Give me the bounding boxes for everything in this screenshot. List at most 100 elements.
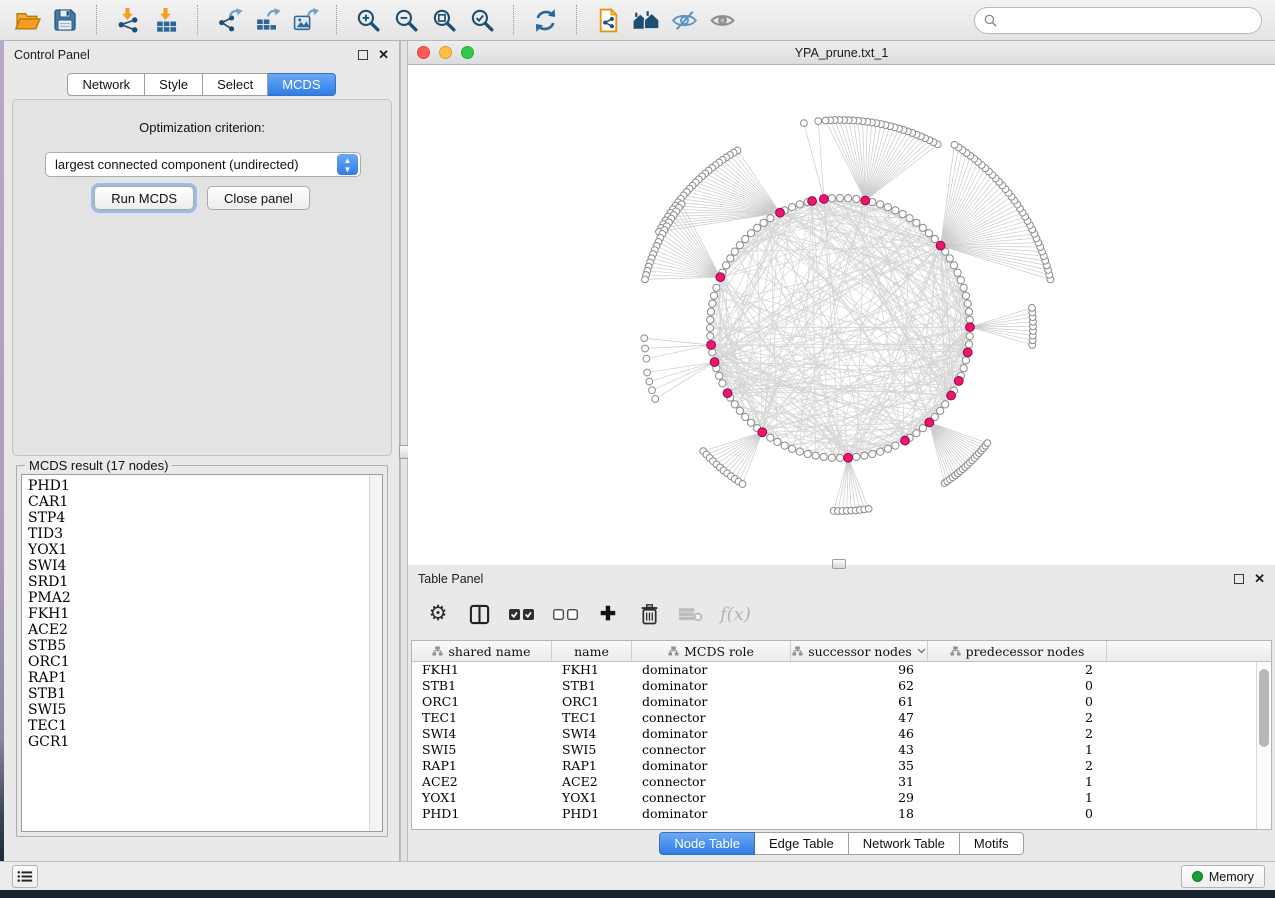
graph-hub-node[interactable] (844, 453, 853, 462)
graph-node[interactable] (861, 452, 868, 459)
graph-node[interactable] (707, 333, 714, 340)
table-row[interactable]: YOX1YOX1connector291 (412, 790, 1271, 806)
graph-node[interactable] (877, 448, 884, 455)
zoom-selected-icon[interactable] (463, 3, 501, 37)
graph-node[interactable] (899, 210, 906, 217)
run-mcds-button[interactable]: Run MCDS (94, 186, 194, 210)
search-box[interactable] (974, 7, 1262, 34)
mcds-result-item[interactable]: STP4 (22, 510, 382, 526)
graph-node[interactable] (853, 195, 860, 202)
graph-hub-node[interactable] (707, 341, 716, 350)
deselect-all-icon[interactable] (552, 601, 579, 627)
graph-node[interactable] (646, 378, 653, 385)
graph-node[interactable] (828, 195, 835, 202)
graph-node[interactable] (919, 224, 926, 231)
graph-node[interactable] (747, 230, 754, 237)
tab-motifs[interactable]: Motifs (960, 832, 1024, 855)
graph-hub-node[interactable] (710, 358, 719, 367)
graph-hub-node[interactable] (901, 436, 910, 445)
graph-hub-node[interactable] (954, 376, 963, 385)
graph-node[interactable] (710, 292, 717, 299)
mcds-result-item[interactable]: GCR1 (22, 734, 382, 750)
graph-node[interactable] (931, 235, 938, 242)
graph-node[interactable] (828, 454, 835, 461)
network-graph[interactable] (408, 65, 1275, 564)
graph-node[interactable] (649, 387, 656, 394)
zoom-out-icon[interactable] (387, 3, 425, 37)
table-scrollbar-thumb[interactable] (1259, 669, 1269, 747)
hide-graphics-details-icon[interactable] (665, 3, 703, 37)
graph-node[interactable] (767, 434, 774, 441)
graph-node[interactable] (754, 224, 761, 231)
tab-select[interactable]: Select (203, 73, 268, 96)
mcds-result-item[interactable]: SWI5 (22, 702, 382, 718)
graph-node[interactable] (946, 255, 953, 262)
graph-node[interactable] (709, 300, 716, 307)
graph-node[interactable] (892, 207, 899, 214)
graph-node[interactable] (820, 453, 827, 460)
graph-node[interactable] (1029, 304, 1036, 311)
column-header-MCDS-role[interactable]: MCDS role (632, 641, 791, 661)
mcds-result-item[interactable]: ACE2 (22, 622, 382, 638)
mcds-result-item[interactable]: PHD1 (22, 478, 382, 494)
graph-node[interactable] (884, 445, 891, 452)
close-panel-icon[interactable]: ✕ (1254, 574, 1265, 584)
graph-node[interactable] (853, 453, 860, 460)
graph-node[interactable] (960, 365, 967, 372)
graph-node[interactable] (965, 308, 972, 315)
home-icon[interactable] (627, 3, 665, 37)
mcds-result-item[interactable]: STB1 (22, 686, 382, 702)
graph-node[interactable] (865, 505, 872, 512)
graph-node[interactable] (796, 201, 803, 208)
network-from-file-icon[interactable] (589, 3, 627, 37)
graph-node[interactable] (736, 407, 743, 414)
graph-hub-node[interactable] (808, 197, 817, 206)
graph-node[interactable] (789, 204, 796, 211)
graph-node[interactable] (913, 219, 920, 226)
graph-node[interactable] (722, 262, 729, 269)
graph-node[interactable] (950, 262, 957, 269)
open-session-icon[interactable] (8, 3, 46, 37)
import-network-icon[interactable] (109, 3, 147, 37)
graph-node[interactable] (727, 255, 734, 262)
graph-node[interactable] (913, 430, 920, 437)
graph-node[interactable] (960, 284, 967, 291)
mcds-result-item[interactable]: FKH1 (22, 606, 382, 622)
table-row[interactable]: SWI4SWI4dominator462 (412, 726, 1271, 742)
tab-network-table[interactable]: Network Table (849, 832, 960, 855)
tab-network[interactable]: Network (67, 73, 145, 96)
graph-node[interactable] (789, 445, 796, 452)
graph-node[interactable] (892, 442, 899, 449)
tab-style[interactable]: Style (145, 73, 203, 96)
graph-node[interactable] (767, 215, 774, 222)
tab-node-table[interactable]: Node Table (659, 832, 755, 855)
result-list-scrollbar[interactable] (369, 475, 382, 831)
graph-node[interactable] (954, 269, 961, 276)
network-window-titlebar[interactable]: YPA_prune.txt_1 (408, 41, 1275, 65)
graph-node[interactable] (731, 401, 738, 408)
graph-node[interactable] (739, 481, 746, 488)
graph-node[interactable] (815, 118, 822, 125)
mcds-result-item[interactable]: TID3 (22, 526, 382, 542)
optimization-criterion-select[interactable]: largest connected component (undirected)… (45, 152, 361, 177)
graph-node[interactable] (709, 349, 716, 356)
show-column-icon[interactable] (467, 601, 491, 627)
table-row[interactable]: PHD1PHD1dominator180 (412, 806, 1271, 822)
graph-node[interactable] (804, 450, 811, 457)
graph-node[interactable] (736, 242, 743, 249)
graph-hub-node[interactable] (963, 348, 972, 357)
close-panel-icon[interactable]: ✕ (378, 50, 389, 60)
graph-hub-node[interactable] (966, 323, 975, 332)
graph-node[interactable] (796, 448, 803, 455)
graph-node[interactable] (984, 440, 991, 447)
graph-node[interactable] (822, 117, 829, 124)
table-row[interactable]: RAP1RAP1dominator352 (412, 758, 1271, 774)
graph-node[interactable] (707, 316, 714, 323)
mcds-result-item[interactable]: SRD1 (22, 574, 382, 590)
graph-node[interactable] (966, 333, 973, 340)
export-network-icon[interactable] (210, 3, 248, 37)
mcds-result-item[interactable]: TEC1 (22, 718, 382, 734)
column-header-name[interactable]: name (552, 641, 632, 661)
mcds-result-item[interactable]: RAP1 (22, 670, 382, 686)
export-image-icon[interactable] (286, 3, 324, 37)
